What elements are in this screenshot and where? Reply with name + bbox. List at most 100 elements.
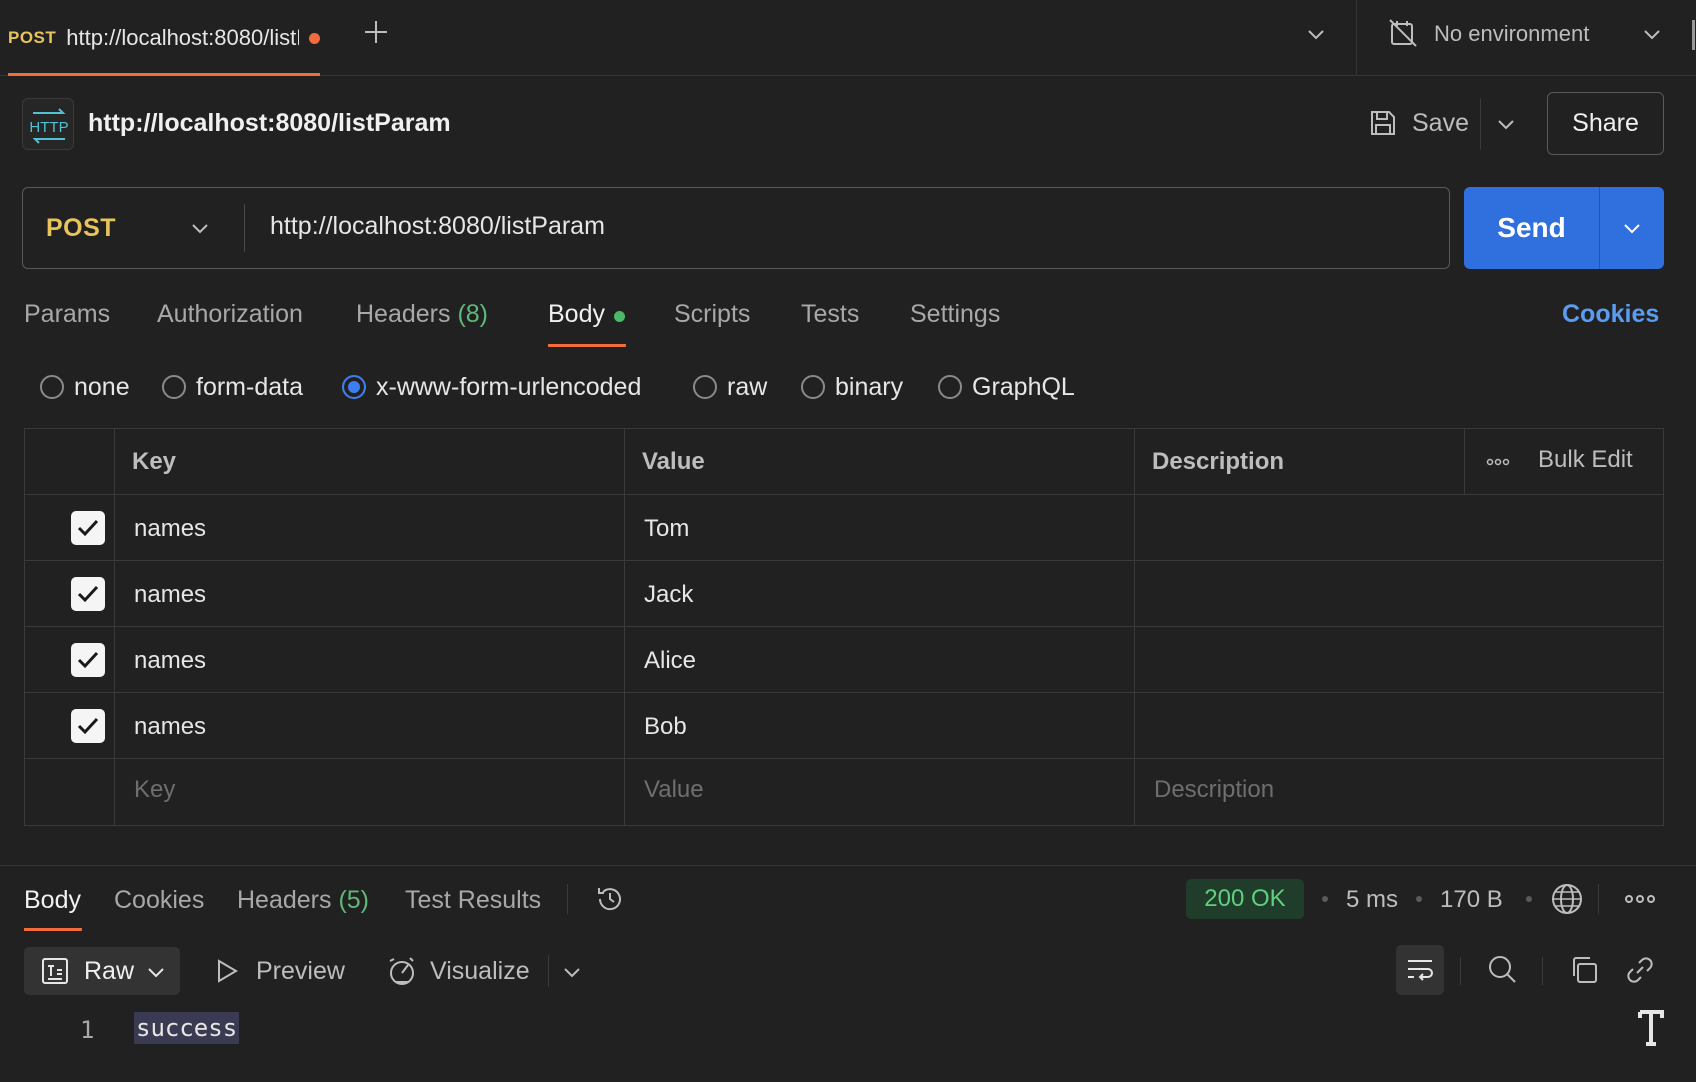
param-key[interactable]: names [134,515,206,543]
panel-edge [1692,20,1695,50]
request-tab-title: http://localhost:8080/listParam [66,25,299,50]
table-row-divider [24,692,1664,693]
url-divider [244,204,245,252]
environment-selector[interactable]: No environment [1434,21,1589,47]
search-icon[interactable] [1486,953,1518,985]
visualize-button[interactable]: Visualize [430,957,530,986]
text-cursor-icon [1636,1008,1666,1048]
radio-circle [801,375,825,399]
http-icon: HTTP [22,98,74,150]
table-divider [624,428,625,826]
tab-tests[interactable]: Tests [801,300,859,329]
preview-button[interactable]: Preview [256,957,345,986]
visualize-icon[interactable] [386,955,418,987]
svg-text:HTTP: HTTP [29,119,68,136]
chevron-down-icon[interactable] [1494,112,1518,136]
radio-label: form-data [196,372,303,401]
param-value[interactable]: Tom [644,515,689,543]
active-tab-underline [548,344,626,347]
status-badge[interactable]: 200 OK [1186,879,1304,919]
bulk-edit-button[interactable]: Bulk Edit [1538,446,1633,474]
chevron-down-icon[interactable] [560,960,584,984]
more-horizontal-icon[interactable] [1624,890,1656,908]
history-icon[interactable] [594,883,626,915]
radio-circle [693,375,717,399]
response-tab-headers[interactable]: Headers (5) [237,886,369,915]
tab-label: Headers [356,300,451,328]
url-input[interactable]: http://localhost:8080/listParam [270,212,605,241]
row-checkbox[interactable] [71,643,105,677]
chevron-down-icon[interactable] [1620,216,1644,240]
radio-x-www-form-urlencoded[interactable]: x-www-form-urlencoded [342,372,641,402]
meta-dot [1322,896,1328,902]
response-tab-test-results[interactable]: Test Results [405,886,541,915]
request-tab[interactable]: POST http://localhost:8080/listParam [8,0,320,76]
value-input[interactable]: Value [644,776,704,804]
row-checkbox[interactable] [71,511,105,545]
table-divider [1464,428,1465,494]
save-button[interactable]: Save [1412,109,1469,138]
response-body-text[interactable]: success [134,1012,240,1044]
send-button[interactable]: Send [1464,187,1599,269]
tab-headers[interactable]: Headers (8) [356,300,488,329]
request-name[interactable]: http://localhost:8080/listParam [88,109,451,138]
row-checkbox[interactable] [71,577,105,611]
column-header-key: Key [132,448,177,475]
param-value[interactable]: Jack [644,581,693,609]
table-row-divider [24,758,1664,759]
play-icon[interactable] [214,957,240,985]
table-divider [114,428,115,826]
table-row-divider [24,626,1664,627]
chevron-down-icon[interactable] [1304,22,1328,46]
param-value[interactable]: Alice [644,647,696,675]
tab-label: Tests [801,300,860,328]
meta-separator [1598,884,1599,914]
response-time[interactable]: 5 ms [1346,886,1398,914]
tab-scripts[interactable]: Scripts [674,300,750,329]
radio-label: x-www-form-urlencoded [376,372,642,401]
chevron-down-icon[interactable] [144,960,168,984]
radio-graphql[interactable]: GraphQL [938,372,1075,402]
meta-dot [1416,896,1422,902]
link-icon[interactable] [1624,954,1656,986]
more-horizontal-icon[interactable] [1486,454,1510,470]
radio-label: GraphQL [972,372,1075,401]
table-row-divider [24,560,1664,561]
copy-icon[interactable] [1568,954,1600,986]
plus-icon[interactable] [362,18,390,46]
row-checkbox[interactable] [71,709,105,743]
table-divider [1134,428,1135,826]
response-size[interactable]: 170 B [1440,886,1503,914]
radio-raw[interactable]: raw [693,372,767,402]
tab-body[interactable]: Body [548,300,605,329]
tab-settings[interactable]: Settings [910,300,1000,329]
globe-icon[interactable] [1550,882,1584,916]
radio-binary[interactable]: binary [801,372,903,402]
param-key[interactable]: names [134,647,206,675]
response-tab-cookies[interactable]: Cookies [114,886,204,915]
radio-circle-selected [342,375,366,399]
chevron-down-icon[interactable] [188,216,212,240]
tab-params[interactable]: Params [24,300,110,329]
param-key[interactable]: names [134,713,206,741]
format-label[interactable]: Raw [84,957,134,986]
radio-circle [40,375,64,399]
toolbar-separator [1460,957,1461,985]
tab-authorization[interactable]: Authorization [157,300,303,329]
chevron-down-icon[interactable] [1640,22,1664,46]
param-value[interactable]: Bob [644,713,687,741]
share-button[interactable]: Share [1547,92,1664,155]
floppy-disk-icon[interactable] [1368,108,1398,138]
cookies-link[interactable]: Cookies [1562,300,1659,329]
tab-label: Body [548,300,605,328]
method-select[interactable]: POST [24,189,246,267]
radio-form-data[interactable]: form-data [162,372,303,402]
meta-dot [1526,896,1532,902]
radio-none[interactable]: none [40,372,130,402]
response-tab-body[interactable]: Body [24,886,81,915]
params-table [24,428,1664,826]
radio-circle [162,375,186,399]
description-input[interactable]: Description [1154,776,1274,804]
key-input[interactable]: Key [134,776,175,804]
param-key[interactable]: names [134,581,206,609]
